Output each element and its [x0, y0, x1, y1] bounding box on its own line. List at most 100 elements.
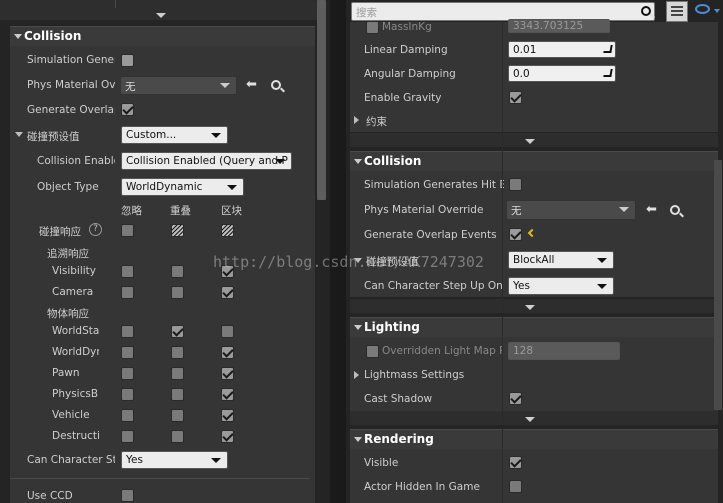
left-simulation-checkbox[interactable]: [121, 54, 134, 67]
left-pawn-label: Pawn: [52, 367, 80, 379]
right-preset-collapse-icon[interactable]: [354, 258, 362, 263]
destructible-ignore-checkbox[interactable]: [121, 430, 134, 443]
collision-block-checkbox[interactable]: [221, 224, 234, 237]
left-phys-material-dropdown[interactable]: 无: [120, 76, 237, 95]
worldstatic-ignore-checkbox[interactable]: [121, 325, 134, 338]
use-selected-arrow-icon[interactable]: ⬅: [246, 77, 257, 92]
overridden-lightmap-input[interactable]: 128: [508, 342, 620, 360]
right-scrollbar[interactable]: [714, 160, 722, 410]
left-use-ccd-label: Use CCD: [27, 490, 73, 502]
right-rendering-header[interactable]: Rendering: [350, 429, 718, 449]
view-options-grid-icon[interactable]: [666, 1, 688, 22]
cast-shadow-label: Cast Shadow: [364, 393, 433, 405]
right-generate-overlap-checkbox[interactable]: [509, 228, 522, 241]
left-object-response-label: 物体响应: [47, 308, 89, 320]
left-collision-enabled-dropdown[interactable]: Collision Enabled (Query and P: [121, 152, 292, 170]
destructible-block-checkbox[interactable]: [221, 430, 234, 443]
visibility-ignore-checkbox[interactable]: [121, 265, 134, 278]
left-vehicle-label: Vehicle: [52, 409, 90, 421]
left-generate-overlap-label: Generate Overlap: [27, 104, 115, 116]
worlddynamic-block-checkbox[interactable]: [221, 346, 234, 359]
left-use-ccd-checkbox[interactable]: [121, 489, 134, 502]
right-collision-header[interactable]: Collision: [350, 151, 718, 171]
linear-damping-input[interactable]: 0.01: [508, 41, 616, 58]
worldstatic-block-checkbox[interactable]: [221, 325, 234, 338]
physicsbody-ignore-checkbox[interactable]: [121, 388, 134, 401]
search-placeholder: 搜索: [356, 7, 377, 19]
col-block-header: 区块: [221, 205, 242, 217]
right-simulation-checkbox[interactable]: [509, 178, 522, 191]
cast-shadow-checkbox[interactable]: [509, 392, 522, 405]
right-lighting-header[interactable]: Lighting: [350, 317, 718, 337]
eye-icon[interactable]: [695, 4, 710, 14]
physics-advanced-chevron-icon[interactable]: [525, 139, 535, 144]
overridden-lightmap-checkbox[interactable]: [366, 345, 379, 358]
right-can-step-dropdown[interactable]: Yes: [508, 277, 614, 295]
pawn-ignore-checkbox[interactable]: [121, 367, 134, 380]
mass-override-checkbox[interactable]: [366, 21, 379, 34]
worlddynamic-overlap-checkbox[interactable]: [171, 346, 184, 359]
right-phys-material-value: 无: [511, 205, 522, 217]
visibility-overlap-checkbox[interactable]: [171, 265, 184, 278]
left-divider-line: [10, 478, 310, 479]
col-overlap-header: 重叠: [170, 205, 191, 217]
physicsbody-block-checkbox[interactable]: [221, 388, 234, 401]
vehicle-ignore-checkbox[interactable]: [121, 409, 134, 422]
mass-label: MassInKg: [382, 21, 432, 33]
right-phys-material-dropdown[interactable]: 无: [506, 200, 636, 220]
collision-advanced-chevron-icon[interactable]: [525, 305, 535, 310]
worlddynamic-ignore-checkbox[interactable]: [121, 346, 134, 359]
mass-input[interactable]: 3343.703125: [508, 19, 610, 33]
constraints-label: 约束: [366, 116, 387, 128]
lighting-advanced-chevron-icon[interactable]: [525, 417, 535, 422]
overridden-lightmap-value: 128: [513, 345, 534, 357]
use-selected-arrow-icon[interactable]: ⬅: [646, 202, 657, 217]
eye-dropdown-chevron-icon[interactable]: [714, 9, 720, 13]
camera-overlap-checkbox[interactable]: [171, 286, 184, 299]
overridden-lightmap-label: Overridden Light Map Re: [382, 345, 502, 357]
search-input[interactable]: 搜索: [351, 2, 655, 21]
help-icon[interactable]: ?: [89, 223, 102, 236]
collision-ignore-checkbox[interactable]: [121, 224, 134, 237]
enable-gravity-checkbox[interactable]: [509, 91, 522, 104]
left-generate-overlap-checkbox[interactable]: [121, 103, 134, 116]
visible-label: Visible: [364, 457, 399, 469]
actor-hidden-checkbox[interactable]: [509, 480, 522, 493]
left-phys-material-value: 无: [125, 81, 136, 93]
vehicle-block-checkbox[interactable]: [221, 409, 234, 422]
collision-overlap-checkbox[interactable]: [171, 224, 184, 237]
browse-search-icon[interactable]: [271, 80, 281, 90]
pawn-overlap-checkbox[interactable]: [171, 367, 184, 380]
left-destructible-label: Destructi: [52, 430, 99, 442]
browse-search-icon[interactable]: [670, 205, 680, 215]
chevron-down-icon: [619, 207, 629, 212]
left-preset-dropdown[interactable]: Custom...: [121, 126, 228, 144]
vehicle-overlap-checkbox[interactable]: [171, 409, 184, 422]
drag-spin-icon: [603, 69, 613, 77]
angular-damping-input[interactable]: 0.0: [508, 65, 616, 82]
expand-chevron-icon[interactable]: [156, 13, 166, 18]
pawn-block-checkbox[interactable]: [221, 367, 234, 380]
constraints-expand-icon[interactable]: [354, 116, 359, 124]
visible-checkbox[interactable]: [509, 456, 522, 469]
right-lighting-title: Lighting: [364, 320, 420, 334]
left-object-type-dropdown[interactable]: WorldDynamic: [121, 178, 244, 196]
destructible-overlap-checkbox[interactable]: [171, 430, 184, 443]
visibility-block-checkbox[interactable]: [221, 265, 234, 278]
left-object-type-value: WorldDynamic: [126, 181, 203, 193]
angular-damping-value: 0.0: [513, 68, 530, 80]
left-can-step-dropdown[interactable]: Yes: [121, 451, 228, 469]
preset-collapse-icon[interactable]: [15, 132, 23, 137]
right-preset-dropdown[interactable]: BlockAll: [508, 251, 614, 269]
camera-ignore-checkbox[interactable]: [121, 286, 134, 299]
lightmass-expand-icon[interactable]: [354, 371, 359, 379]
enable-gravity-label: Enable Gravity: [364, 92, 442, 104]
physicsbody-overlap-checkbox[interactable]: [171, 388, 184, 401]
left-visibility-label: Visibility: [52, 265, 97, 277]
left-scrollbar[interactable]: [317, 0, 326, 200]
left-preset-label: 碰撞预设值: [27, 131, 80, 143]
lightmass-settings-label: Lightmass Settings: [364, 369, 465, 381]
worldstatic-overlap-checkbox[interactable]: [171, 325, 184, 338]
camera-block-checkbox[interactable]: [221, 286, 234, 299]
left-collision-header[interactable]: Collision: [10, 26, 315, 46]
